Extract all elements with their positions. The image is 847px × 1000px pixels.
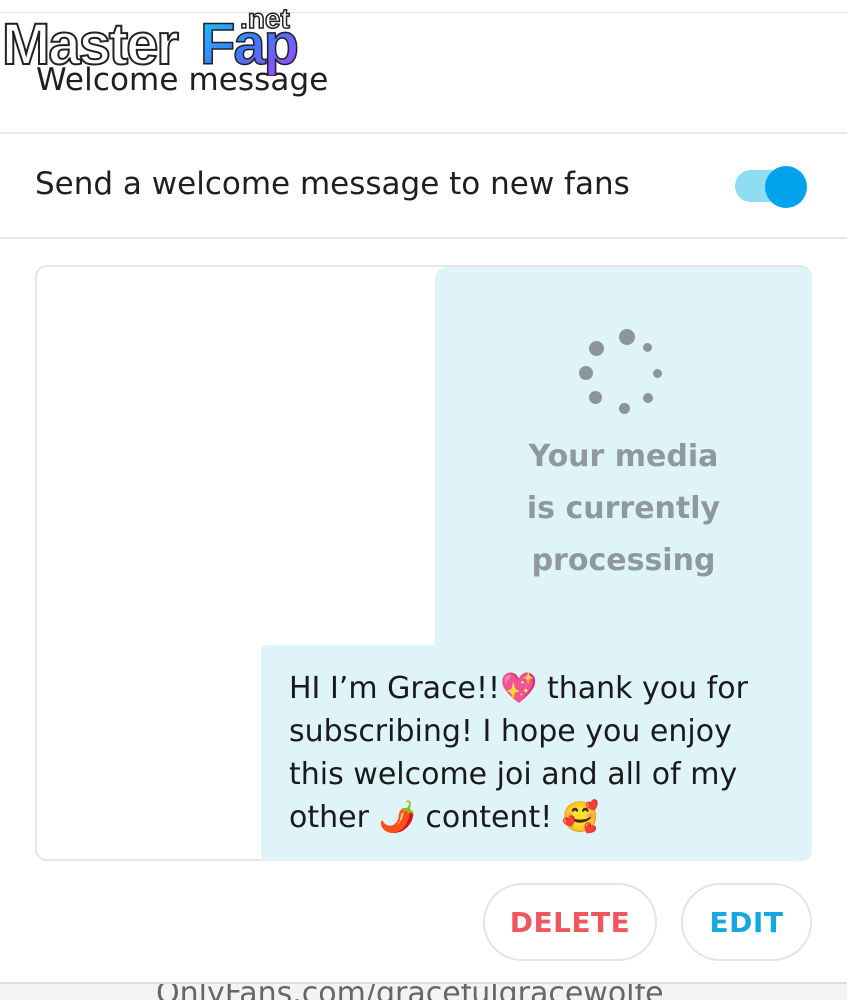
welcome-toggle-label: Send a welcome message to new fans (35, 166, 630, 202)
welcome-message-card: Your media is currently processing HI I’… (35, 265, 812, 861)
watermark-logo: Master Fap .net (2, 4, 300, 76)
page: Welcome message Master Fap .net Send a w… (0, 0, 847, 1000)
watermark-brand-tld: .net (240, 4, 290, 34)
welcome-message-setting-row: Send a welcome message to new fans (0, 134, 847, 239)
watermark-brand-main: Master (2, 12, 178, 76)
welcome-message-text: HI I’m Grace!!💖 thank you for subscribin… (289, 671, 748, 835)
footer-url-text: OnlyFans.com/gracefulgracewolfe (156, 982, 664, 1000)
delete-button[interactable]: DELETE (483, 883, 657, 961)
welcome-message-toggle[interactable] (735, 166, 807, 208)
media-processing-text: Your media is currently processing (526, 439, 721, 578)
footer-url-bar: OnlyFans.com/gracefulgracewolfe (0, 982, 847, 1000)
message-text-bubble: HI I’m Grace!!💖 thank you for subscribin… (261, 645, 812, 861)
toggle-knob (765, 166, 807, 208)
loading-spinner-icon (575, 329, 675, 429)
edit-button[interactable]: EDIT (681, 883, 812, 961)
media-attachment-bubble: Your media is currently processing (435, 267, 812, 667)
